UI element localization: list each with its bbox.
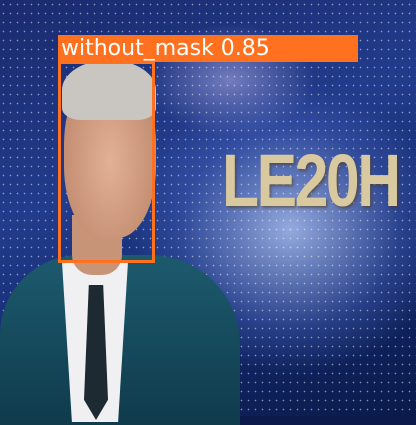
- show-logo: LE20H: [222, 139, 401, 222]
- detection-label: without_mask 0.85: [58, 35, 358, 62]
- detection-bounding-box: [58, 61, 155, 263]
